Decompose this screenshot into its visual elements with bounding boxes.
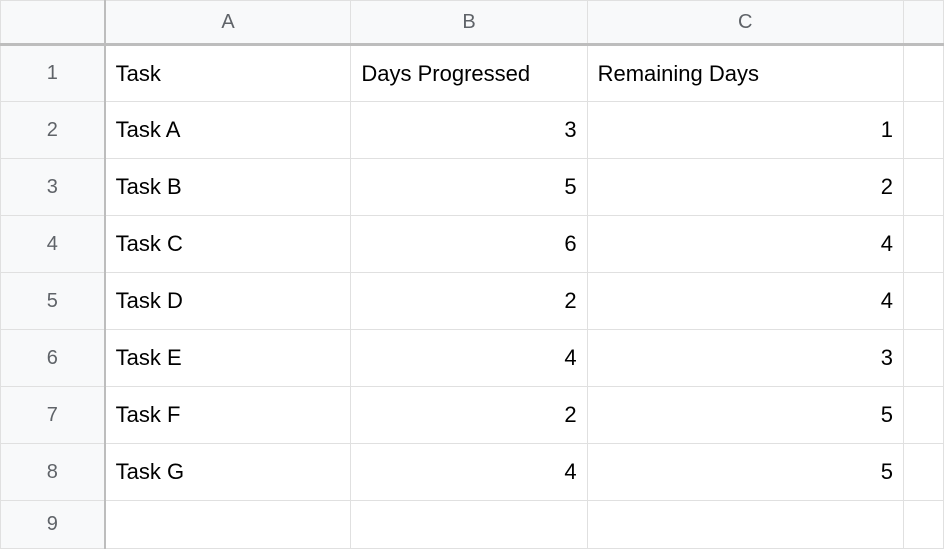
column-header-row: A B C [1, 1, 944, 45]
cell-d7[interactable] [903, 387, 943, 444]
cell-c7[interactable]: 5 [587, 387, 903, 444]
cell-d8[interactable] [903, 444, 943, 501]
cell-d2[interactable] [903, 102, 943, 159]
cell-d4[interactable] [903, 216, 943, 273]
column-header-d[interactable] [903, 1, 943, 45]
cell-a3[interactable]: Task B [105, 159, 351, 216]
cell-c4[interactable]: 4 [587, 216, 903, 273]
cell-c6[interactable]: 3 [587, 330, 903, 387]
cell-b5[interactable]: 2 [351, 273, 587, 330]
cell-b6[interactable]: 4 [351, 330, 587, 387]
cell-a1[interactable]: Task [105, 45, 351, 102]
cell-c2[interactable]: 1 [587, 102, 903, 159]
cell-a5[interactable]: Task D [105, 273, 351, 330]
table-row: 3 Task B 5 2 [1, 159, 944, 216]
row-header-7[interactable]: 7 [1, 387, 105, 444]
column-header-b[interactable]: B [351, 1, 587, 45]
cell-b7[interactable]: 2 [351, 387, 587, 444]
table-row: 7 Task F 2 5 [1, 387, 944, 444]
cell-b1[interactable]: Days Progressed [351, 45, 587, 102]
row-header-4[interactable]: 4 [1, 216, 105, 273]
cell-a6[interactable]: Task E [105, 330, 351, 387]
cell-b8[interactable]: 4 [351, 444, 587, 501]
cell-a7[interactable]: Task F [105, 387, 351, 444]
cell-c8[interactable]: 5 [587, 444, 903, 501]
cell-c3[interactable]: 2 [587, 159, 903, 216]
cell-d3[interactable] [903, 159, 943, 216]
cell-c5[interactable]: 4 [587, 273, 903, 330]
cell-b2[interactable]: 3 [351, 102, 587, 159]
row-header-9[interactable]: 9 [1, 501, 105, 549]
column-header-c[interactable]: C [587, 1, 903, 45]
cell-d5[interactable] [903, 273, 943, 330]
cell-d1[interactable] [903, 45, 943, 102]
spreadsheet-grid[interactable]: A B C 1 Task Days Progressed Remaining D… [0, 0, 944, 549]
row-header-6[interactable]: 6 [1, 330, 105, 387]
cell-c1[interactable]: Remaining Days [587, 45, 903, 102]
row-header-3[interactable]: 3 [1, 159, 105, 216]
cell-a2[interactable]: Task A [105, 102, 351, 159]
row-header-5[interactable]: 5 [1, 273, 105, 330]
cell-a4[interactable]: Task C [105, 216, 351, 273]
column-header-a[interactable]: A [105, 1, 351, 45]
table-row: 2 Task A 3 1 [1, 102, 944, 159]
table-row: 5 Task D 2 4 [1, 273, 944, 330]
cell-d6[interactable] [903, 330, 943, 387]
table-row: 6 Task E 4 3 [1, 330, 944, 387]
table-row: 1 Task Days Progressed Remaining Days [1, 45, 944, 102]
row-header-1[interactable]: 1 [1, 45, 105, 102]
table-row: 4 Task C 6 4 [1, 216, 944, 273]
cell-a8[interactable]: Task G [105, 444, 351, 501]
table-row: 8 Task G 4 5 [1, 444, 944, 501]
table-row: 9 [1, 501, 944, 549]
row-header-8[interactable]: 8 [1, 444, 105, 501]
cell-b9[interactable] [351, 501, 587, 549]
cell-d9[interactable] [903, 501, 943, 549]
select-all-corner[interactable] [1, 1, 105, 45]
cell-c9[interactable] [587, 501, 903, 549]
cell-a9[interactable] [105, 501, 351, 549]
row-header-2[interactable]: 2 [1, 102, 105, 159]
cell-b3[interactable]: 5 [351, 159, 587, 216]
cell-b4[interactable]: 6 [351, 216, 587, 273]
